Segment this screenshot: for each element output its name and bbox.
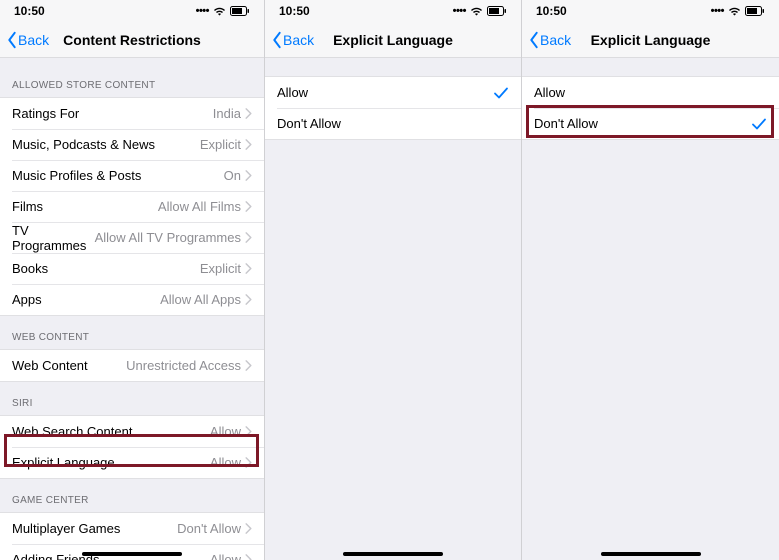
row-apps[interactable]: Apps Allow All Apps [0,284,264,315]
chevron-right-icon [245,554,252,560]
row-value: Allow [210,424,241,439]
back-button[interactable]: Back [0,31,49,49]
row-films[interactable]: Films Allow All Films [0,191,264,222]
row-value: Allow All TV Programmes [95,230,241,245]
section-header-siri: Siri [0,382,264,415]
status-time: 10:50 [14,4,45,18]
chevron-right-icon [245,139,252,150]
row-value: Unrestricted Access [126,358,241,373]
chevron-right-icon [245,426,252,437]
row-value: Allow All Apps [160,292,241,307]
row-web-content[interactable]: Web Content Unrestricted Access [0,350,264,381]
row-music-podcasts[interactable]: Music, Podcasts & News Explicit [0,129,264,160]
pane-explicit-dont-allow: 10:50 •••• Back Explicit Language Allow … [522,0,779,560]
group-allowed: Ratings For India Music, Podcasts & News… [0,97,264,316]
group-explicit-options: Allow Don't Allow [265,76,521,140]
status-bar: 10:50 •••• [522,0,779,22]
row-books[interactable]: Books Explicit [0,253,264,284]
row-label: Web Search Content [12,424,210,439]
row-label: Don't Allow [534,116,751,131]
back-button[interactable]: Back [265,31,314,49]
back-label: Back [283,32,314,48]
nav-bar: Back Explicit Language [522,22,779,58]
chevron-right-icon [245,201,252,212]
pane-explicit-allow: 10:50 •••• Back Explicit Language Allow … [265,0,522,560]
chevron-right-icon [245,263,252,274]
chevron-right-icon [245,523,252,534]
section-header-gc: Game Center [0,479,264,512]
chevron-left-icon [528,31,540,49]
row-value: On [224,168,241,183]
row-allow[interactable]: Allow [265,77,521,108]
row-label: Books [12,261,200,276]
row-label: Allow [534,85,767,100]
row-value: Allow All Films [158,199,241,214]
nav-bar: Back Content Restrictions [0,22,264,58]
row-label: Explicit Language [12,455,210,470]
row-label: Music, Podcasts & News [12,137,200,152]
row-value: Allow [210,455,241,470]
row-label: Apps [12,292,160,307]
chevron-right-icon [245,360,252,371]
row-web-search[interactable]: Web Search Content Allow [0,416,264,447]
row-value: Explicit [200,137,241,152]
row-explicit-language[interactable]: Explicit Language Allow [0,447,264,478]
group-siri: Web Search Content Allow Explicit Langua… [0,415,264,479]
row-ratings-for[interactable]: Ratings For India [0,98,264,129]
chevron-left-icon [6,31,18,49]
row-label: Music Profiles & Posts [12,168,224,183]
chevron-right-icon [245,232,252,243]
row-label: Multiplayer Games [12,521,177,536]
row-value: India [213,106,241,121]
row-value: Explicit [200,261,241,276]
row-label: TV Programmes [12,223,95,253]
home-indicator[interactable] [82,552,182,556]
status-time: 10:50 [536,4,567,18]
row-allow[interactable]: Allow [522,77,779,108]
row-tv[interactable]: TV Programmes Allow All TV Programmes [0,222,264,253]
row-value: Don't Allow [177,521,241,536]
chevron-right-icon [245,294,252,305]
section-header-allowed: Allowed Store Content [0,58,264,97]
back-label: Back [18,32,49,48]
row-dont-allow[interactable]: Don't Allow [522,108,779,139]
chevron-right-icon [245,457,252,468]
home-indicator[interactable] [343,552,443,556]
chevron-left-icon [271,31,283,49]
group-explicit-options: Allow Don't Allow [522,76,779,140]
chevron-right-icon [245,108,252,119]
row-music-profiles[interactable]: Music Profiles & Posts On [0,160,264,191]
status-time: 10:50 [279,4,310,18]
row-value: Allow [210,552,241,560]
home-indicator[interactable] [601,552,701,556]
row-label: Films [12,199,158,214]
status-icons: •••• [711,5,765,17]
row-multiplayer[interactable]: Multiplayer Games Don't Allow [0,513,264,544]
status-icons: •••• [453,5,507,17]
back-button[interactable]: Back [522,31,571,49]
checkmark-icon [751,116,767,132]
row-label: Ratings For [12,106,213,121]
section-header-web: Web Content [0,316,264,349]
row-label: Allow [277,85,493,100]
group-web: Web Content Unrestricted Access [0,349,264,382]
pane-content-restrictions: 10:50 •••• Back Content Restrictions All… [0,0,265,560]
nav-bar: Back Explicit Language [265,22,521,58]
status-bar: 10:50 •••• [0,0,264,22]
row-label: Don't Allow [277,116,509,131]
checkmark-icon [493,85,509,101]
status-icons: •••• [196,5,250,17]
row-label: Web Content [12,358,126,373]
status-bar: 10:50 •••• [265,0,521,22]
chevron-right-icon [245,170,252,181]
row-dont-allow[interactable]: Don't Allow [265,108,521,139]
back-label: Back [540,32,571,48]
